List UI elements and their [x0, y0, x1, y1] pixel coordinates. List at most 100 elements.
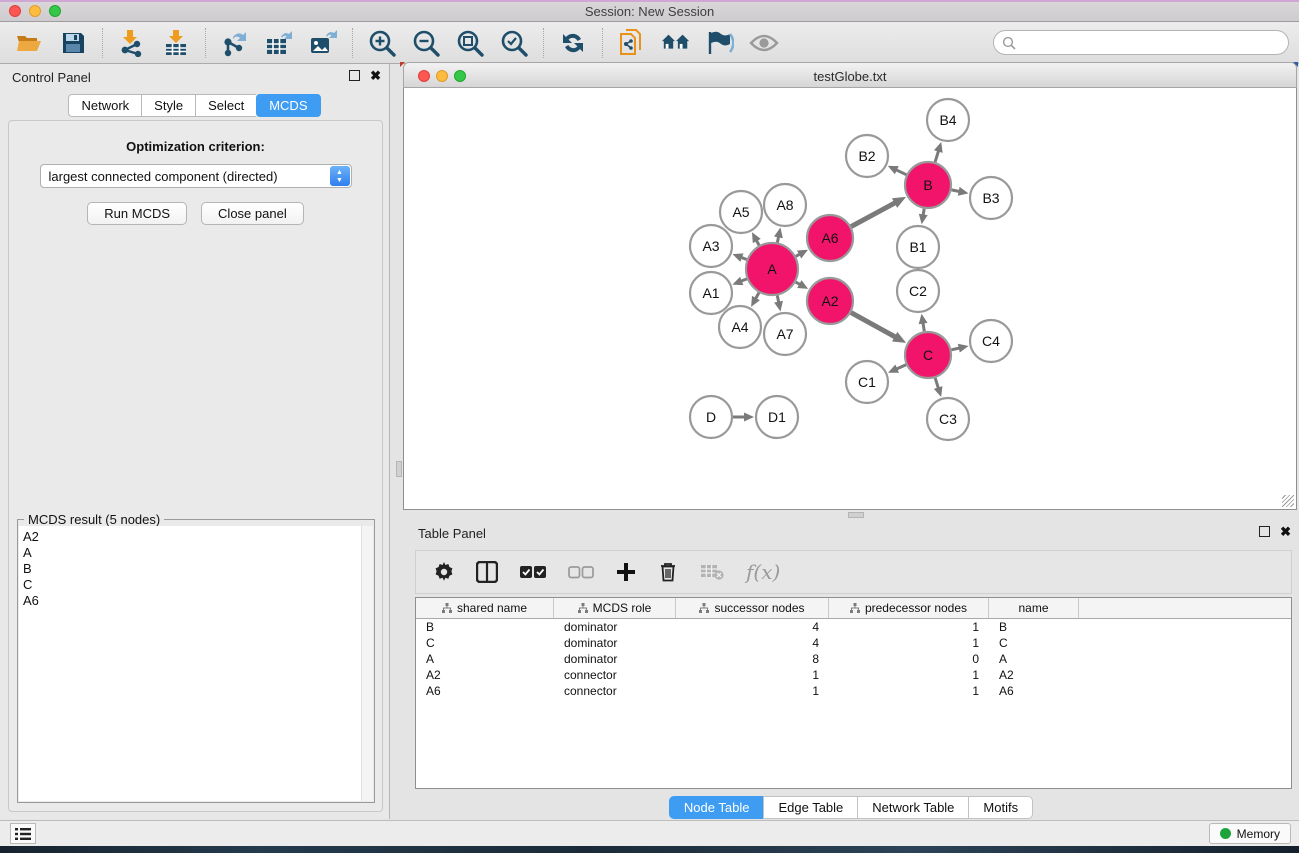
- graph-node-A6[interactable]: A6: [807, 215, 853, 261]
- table-cell[interactable]: B: [989, 619, 1079, 635]
- table-cell[interactable]: A: [416, 651, 554, 667]
- table-cell[interactable]: connector: [554, 667, 676, 683]
- select-all-checkboxes-icon[interactable]: [520, 565, 546, 579]
- export-table-icon[interactable]: [264, 28, 294, 58]
- graph-node-B2[interactable]: B2: [846, 135, 888, 177]
- mcds-result-item[interactable]: B: [23, 561, 373, 577]
- import-network-icon[interactable]: [117, 28, 147, 58]
- deselect-all-checkboxes-icon[interactable]: [568, 565, 594, 579]
- table-row[interactable]: A6connector11A6: [416, 683, 1291, 699]
- tab-node-table[interactable]: Node Table: [669, 796, 764, 819]
- tab-edge-table[interactable]: Edge Table: [763, 796, 857, 819]
- table-row[interactable]: Adominator80A: [416, 651, 1291, 667]
- search-input[interactable]: [1016, 36, 1288, 50]
- tab-network-table[interactable]: Network Table: [857, 796, 968, 819]
- network-canvas[interactable]: B4B2BB3B1A5A8A3A6AA1A2A4A7C2CC4C1C3DD1: [403, 88, 1297, 510]
- table-cell[interactable]: C: [989, 635, 1079, 651]
- tab-network[interactable]: Network: [68, 94, 141, 117]
- column-header-shared-name[interactable]: shared name: [416, 598, 554, 618]
- tab-motifs[interactable]: Motifs: [968, 796, 1033, 819]
- close-table-panel-icon[interactable]: ✖: [1280, 526, 1291, 537]
- table-settings-icon[interactable]: [434, 562, 454, 582]
- network-window-titlebar[interactable]: testGlobe.txt: [403, 62, 1297, 88]
- run-mcds-button[interactable]: Run MCDS: [87, 202, 187, 225]
- table-cell[interactable]: A6: [989, 683, 1079, 699]
- graph-node-D1[interactable]: D1: [756, 396, 798, 438]
- zoom-in-icon[interactable]: [367, 28, 397, 58]
- table-cell[interactable]: A: [989, 651, 1079, 667]
- mcds-result-item[interactable]: A6: [23, 593, 373, 609]
- table-cell[interactable]: 1: [829, 683, 989, 699]
- column-header-predecessor-nodes[interactable]: predecessor nodes: [829, 598, 989, 618]
- graph-node-A2[interactable]: A2: [807, 278, 853, 324]
- graph-node-A[interactable]: A: [746, 243, 798, 295]
- show-hidden-eye-icon[interactable]: [749, 28, 779, 58]
- bottom-splitter-handle[interactable]: [848, 512, 864, 518]
- mcds-result-item[interactable]: A: [23, 545, 373, 561]
- table-cell[interactable]: 1: [829, 635, 989, 651]
- close-panel-icon[interactable]: ✖: [370, 70, 381, 81]
- table-cell[interactable]: A2: [416, 667, 554, 683]
- graph-node-C3[interactable]: C3: [927, 398, 969, 440]
- zoom-out-icon[interactable]: [411, 28, 441, 58]
- float-panel-icon[interactable]: [349, 70, 360, 81]
- column-header-name[interactable]: name: [989, 598, 1079, 618]
- import-table-icon[interactable]: [161, 28, 191, 58]
- tab-style[interactable]: Style: [141, 94, 195, 117]
- column-header-successor-nodes[interactable]: successor nodes: [676, 598, 829, 618]
- memory-button[interactable]: Memory: [1209, 823, 1291, 844]
- table-row[interactable]: A2connector11A2: [416, 667, 1291, 683]
- graph-node-B4[interactable]: B4: [927, 99, 969, 141]
- export-network-icon[interactable]: [220, 28, 250, 58]
- add-column-icon[interactable]: [616, 562, 636, 582]
- table-cell[interactable]: 4: [676, 635, 829, 651]
- show-all-networks-icon[interactable]: [661, 28, 691, 58]
- save-session-icon[interactable]: [58, 28, 88, 58]
- column-layout-icon[interactable]: [476, 561, 498, 583]
- table-cell[interactable]: connector: [554, 683, 676, 699]
- column-header-MCDS-role[interactable]: MCDS role: [554, 598, 676, 618]
- table-cell[interactable]: 1: [676, 683, 829, 699]
- table-cell[interactable]: A2: [989, 667, 1079, 683]
- table-cell[interactable]: dominator: [554, 635, 676, 651]
- graph-node-A8[interactable]: A8: [764, 184, 806, 226]
- table-cell[interactable]: 1: [829, 619, 989, 635]
- open-session-icon[interactable]: [14, 28, 44, 58]
- result-scrollbar[interactable]: [361, 526, 373, 801]
- zoom-selected-icon[interactable]: [499, 28, 529, 58]
- duplicate-network-icon[interactable]: [617, 28, 647, 58]
- mcds-result-item[interactable]: C: [23, 577, 373, 593]
- function-builder-icon[interactable]: f(x): [746, 560, 780, 584]
- table-cell[interactable]: A6: [416, 683, 554, 699]
- table-cell[interactable]: 0: [829, 651, 989, 667]
- graph-node-C[interactable]: C: [905, 332, 951, 378]
- tab-select[interactable]: Select: [195, 94, 256, 117]
- delete-column-icon[interactable]: [658, 561, 678, 583]
- graph-node-A3[interactable]: A3: [690, 225, 732, 267]
- hide-flagged-icon[interactable]: [705, 28, 735, 58]
- graph-node-C4[interactable]: C4: [970, 320, 1012, 362]
- left-splitter-handle[interactable]: [396, 461, 402, 477]
- refresh-layout-icon[interactable]: [558, 28, 588, 58]
- export-image-icon[interactable]: [308, 28, 338, 58]
- graph-node-B1[interactable]: B1: [897, 226, 939, 268]
- close-panel-button[interactable]: Close panel: [201, 202, 304, 225]
- graph-node-B3[interactable]: B3: [970, 177, 1012, 219]
- table-cell[interactable]: B: [416, 619, 554, 635]
- search-field[interactable]: [993, 30, 1289, 55]
- graph-node-A5[interactable]: A5: [720, 191, 762, 233]
- table-cell[interactable]: 8: [676, 651, 829, 667]
- criterion-dropdown[interactable]: largest connected component (directed) ▲…: [40, 164, 352, 188]
- graph-node-B[interactable]: B: [905, 162, 951, 208]
- graph-edge[interactable]: [851, 313, 896, 338]
- table-row[interactable]: Cdominator41C: [416, 635, 1291, 651]
- table-cell[interactable]: dominator: [554, 619, 676, 635]
- task-history-button[interactable]: [10, 823, 36, 844]
- table-cell[interactable]: 4: [676, 619, 829, 635]
- graph-node-A1[interactable]: A1: [690, 272, 732, 314]
- tab-mcds[interactable]: MCDS: [256, 94, 320, 117]
- float-table-panel-icon[interactable]: [1259, 526, 1270, 537]
- mcds-result-list[interactable]: A2ABCA6: [19, 526, 373, 801]
- table-cell[interactable]: C: [416, 635, 554, 651]
- graph-node-A7[interactable]: A7: [764, 313, 806, 355]
